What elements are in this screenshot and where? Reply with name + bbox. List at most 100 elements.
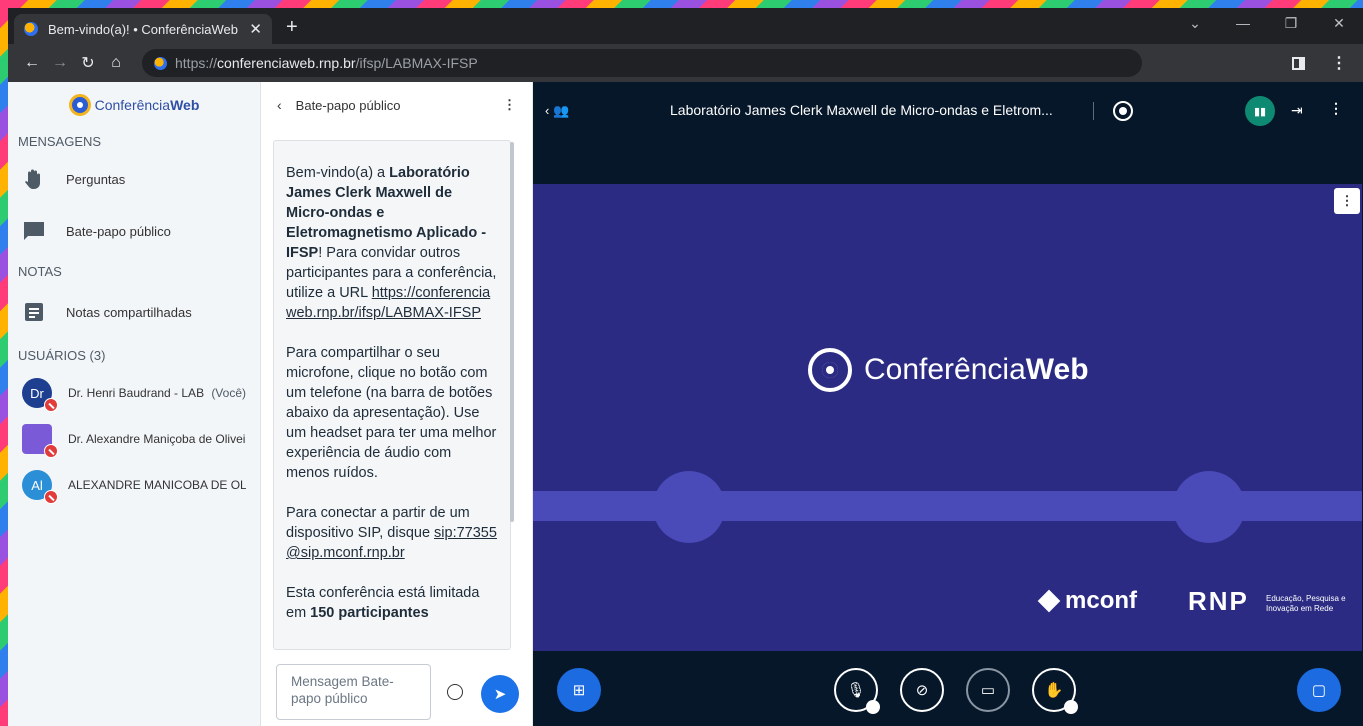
mconf-logo: mconf xyxy=(1037,587,1137,615)
close-window-button[interactable]: ✕ xyxy=(1315,8,1363,38)
user-list-item[interactable]: Dr. Alexandre Maniçoba de Olivei... xyxy=(8,416,260,462)
chat-messages: Bem-vindo(a) a Laboratório James Clerk M… xyxy=(273,140,511,650)
favicon-icon xyxy=(24,22,38,36)
chevron-up-icon[interactable] xyxy=(866,700,880,714)
user-name: ALEXANDRE MANICOBA DE OLI... xyxy=(68,478,246,492)
users-toggle-icon[interactable]: ‹ 👥 xyxy=(545,103,569,119)
sip-instructions: Para conectar a partir de um dispositivo… xyxy=(286,503,498,563)
url-prefix: https:// xyxy=(175,55,218,71)
meeting-header: ‹ 👥 Laboratório James Clerk Maxwell de M… xyxy=(533,82,1363,140)
limit-count: 150 participantes xyxy=(310,605,429,621)
action-bar: ⊞ 🎙 ⊘ ▭ ✋ ▢ xyxy=(533,654,1363,726)
rnp-logo: RNP xyxy=(1188,586,1249,616)
browser-toolbar: ← → ↻ ⌂ https://conferenciaweb.rnp.br/if… xyxy=(8,44,1363,82)
chat-icon xyxy=(22,220,46,242)
tab-title: Bem-vindo(a)! • ConferênciaWeb xyxy=(48,21,239,37)
fullscreen-button[interactable]: ▢ xyxy=(1297,668,1341,712)
mute-mic-button[interactable]: 🎙 xyxy=(834,668,880,714)
muted-mic-icon xyxy=(44,490,58,504)
site-favicon-icon xyxy=(154,56,167,70)
meeting-area: ‹ 👥 Laboratório James Clerk Maxwell de M… xyxy=(533,82,1363,726)
chevron-left-icon[interactable]: ‹ xyxy=(277,97,282,113)
welcome-message: Bem-vindo(a) a Laboratório James Clerk M… xyxy=(286,163,498,323)
chevron-up-icon[interactable] xyxy=(1064,700,1078,714)
decor-circle xyxy=(1173,471,1245,543)
back-arrow-icon[interactable]: ← xyxy=(18,54,46,72)
chat-options-icon[interactable]: ⋮ xyxy=(503,97,516,113)
user-list-item[interactable]: Al ALEXANDRE MANICOBA DE OLI... xyxy=(8,462,260,508)
tab-strip: Bem-vindo(a)! • ConferênciaWeb ✕ + ⌄ — ❐… xyxy=(8,8,1363,44)
webcam-logo-icon xyxy=(808,348,852,392)
avatar-initials: Al xyxy=(31,477,43,493)
raised-hand-icon xyxy=(22,168,46,190)
reload-icon[interactable]: ↻ xyxy=(74,53,102,73)
presentation-options-icon[interactable]: ⋮ xyxy=(1334,188,1360,214)
messages-heading: MENSAGENS xyxy=(18,133,102,149)
sidebar-item-label: Bate-papo público xyxy=(66,223,171,239)
sidebar-item-label: Notas compartilhadas xyxy=(66,304,192,320)
url-path: /ifsp/LABMAX-IFSP xyxy=(355,55,478,71)
mic-instructions: Para compartilhar o seu microfone, cliqu… xyxy=(286,345,497,481)
restore-button[interactable]: ❐ xyxy=(1267,8,1315,38)
meeting-title: Laboratório James Clerk Maxwell de Micro… xyxy=(670,102,1053,118)
user-name: Dr. Alexandre Maniçoba de Olivei... xyxy=(68,432,246,446)
window-controls: ⌄ — ❐ ✕ xyxy=(1171,8,1363,38)
notes-icon xyxy=(22,301,46,323)
browser-menu-icon[interactable]: ⋮ xyxy=(1331,53,1347,73)
chat-message-input[interactable]: Mensagem Bate-papo público xyxy=(276,664,431,720)
home-icon[interactable]: ⌂ xyxy=(102,54,130,72)
limit-message: Esta conferência está limitada em 150 pa… xyxy=(286,583,498,623)
users-heading-label: USUÁRIOS xyxy=(18,347,86,363)
users-heading: USUÁRIOS (3) xyxy=(8,340,260,370)
presentation-logo: Conferência Web xyxy=(808,348,1089,392)
avatar xyxy=(22,424,58,458)
forward-arrow-icon[interactable]: → xyxy=(46,54,74,72)
chat-scrollbar[interactable] xyxy=(510,142,514,522)
logo-suffix: Web xyxy=(1025,353,1089,386)
divider xyxy=(1093,102,1094,120)
chat-header: ‹ Bate-papo público ⋮ xyxy=(261,82,532,128)
address-bar[interactable]: https://conferenciaweb.rnp.br/ifsp/LABMA… xyxy=(142,49,1142,77)
webcam-logo-icon xyxy=(68,94,91,116)
brand-logo: Conferência Web xyxy=(8,82,260,128)
logo-prefix: Conferência xyxy=(864,353,1026,386)
browser-window: Bem-vindo(a)! • ConferênciaWeb ✕ + ⌄ — ❐… xyxy=(8,8,1363,726)
record-icon[interactable] xyxy=(1113,101,1133,121)
actions-button[interactable]: ⊞ xyxy=(557,668,601,712)
brand-prefix: Conferência xyxy=(94,97,171,113)
decor-circle xyxy=(653,471,725,543)
minimize-button[interactable]: — xyxy=(1219,8,1267,38)
emoji-icon[interactable] xyxy=(447,684,463,700)
mconf-text: mconf xyxy=(1065,587,1137,614)
chat-title: Bate-papo público xyxy=(295,97,401,113)
meeting-options-icon[interactable]: ⋮ xyxy=(1329,100,1343,117)
chat-panel: ‹ Bate-papo público ⋮ Bem-vindo(a) a Lab… xyxy=(261,82,533,726)
avatar: Al xyxy=(22,470,58,504)
camera-off-button[interactable]: ⊘ xyxy=(900,668,944,712)
user-list-item[interactable]: Dr Dr. Henri Baudrand - LAB... (Você) xyxy=(8,370,260,416)
sidebar: Conferência Web MENSAGENS Perguntas Bate-… xyxy=(8,82,261,726)
share-screen-button[interactable]: ▭ xyxy=(966,668,1010,712)
avatar: Dr xyxy=(22,378,58,412)
leave-icon[interactable]: ⇥ xyxy=(1291,102,1303,119)
sidebar-item-label: Perguntas xyxy=(66,171,126,187)
sidebar-item-shared-notes[interactable]: Notas compartilhadas xyxy=(8,284,260,340)
sidebar-item-public-chat[interactable]: Bate-papo público xyxy=(8,204,260,258)
rnp-tagline: Educação, Pesquisa e Inovação em Rede xyxy=(1266,594,1346,613)
sidebar-item-questions[interactable]: Perguntas xyxy=(8,154,260,204)
user-name: Dr. Henri Baudrand - LAB... xyxy=(68,386,206,400)
brand-suffix: Web xyxy=(170,97,200,113)
conference-app: Conferência Web MENSAGENS Perguntas Bate-… xyxy=(8,82,1363,726)
browser-tab[interactable]: Bem-vindo(a)! • ConferênciaWeb ✕ xyxy=(14,14,272,44)
connection-status-icon[interactable]: ▮▮ xyxy=(1245,96,1275,126)
raise-hand-button[interactable]: ✋ xyxy=(1032,668,1078,714)
send-button[interactable]: ➤ xyxy=(481,675,519,713)
mconf-cube-icon xyxy=(1037,589,1061,613)
notes-heading: NOTAS xyxy=(18,263,62,279)
side-panel-icon[interactable] xyxy=(1292,56,1305,70)
new-tab-button[interactable]: + xyxy=(286,16,298,39)
tab-search-icon[interactable]: ⌄ xyxy=(1171,8,1219,38)
you-label: (Você) xyxy=(211,386,246,400)
tab-close-icon[interactable]: ✕ xyxy=(249,20,262,38)
muted-mic-icon xyxy=(44,444,58,458)
